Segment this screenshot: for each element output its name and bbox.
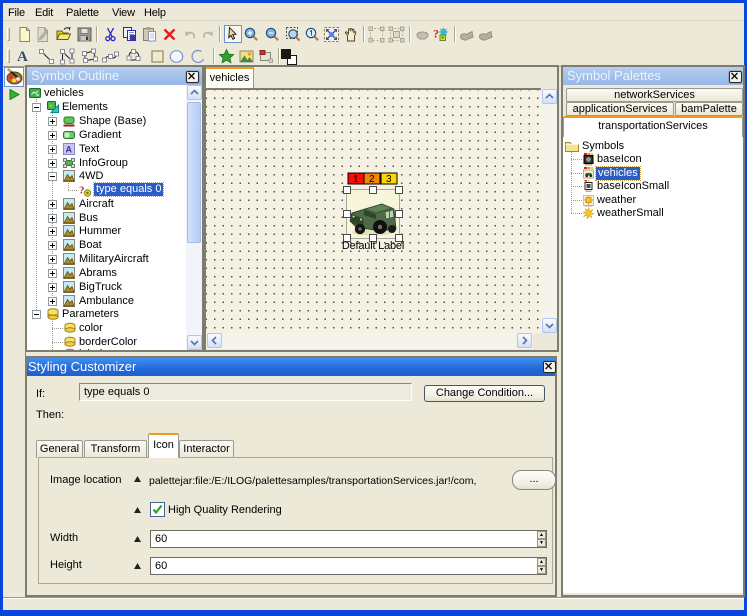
svg-text:3: 3 xyxy=(386,174,392,185)
svg-text:1: 1 xyxy=(353,174,359,185)
svg-text:2: 2 xyxy=(369,174,375,185)
svg-text:?: ? xyxy=(433,27,439,41)
